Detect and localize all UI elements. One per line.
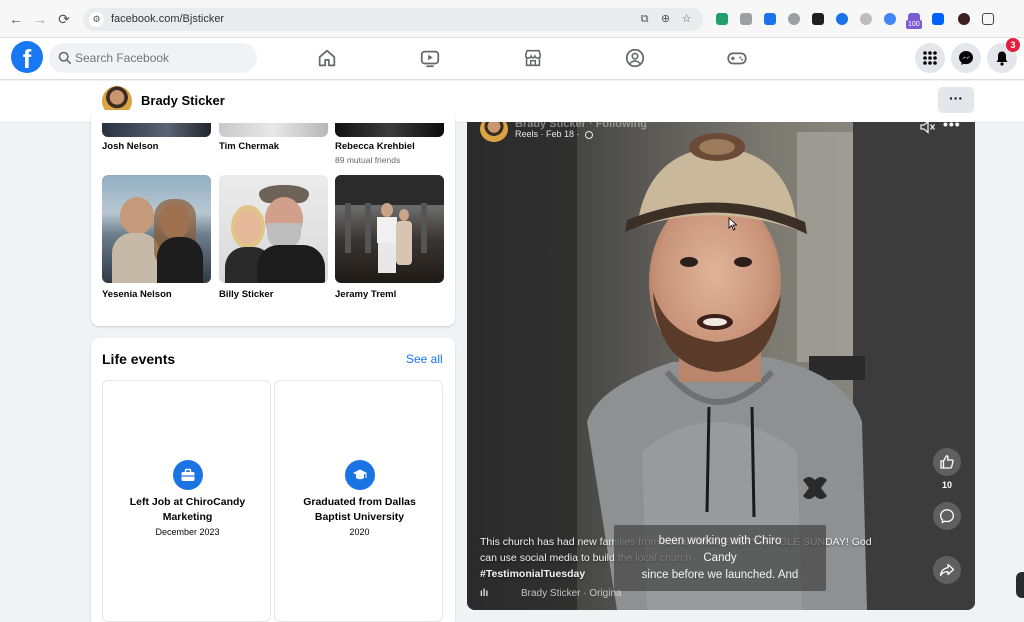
back-icon[interactable]: ←: [8, 11, 24, 27]
friend-item[interactable]: Tim Chermak: [219, 141, 328, 152]
extension-badge: 100: [906, 20, 922, 29]
video-subtitle-line: Candy: [703, 552, 737, 564]
facebook-logo[interactable]: f: [11, 41, 43, 73]
friend-name[interactable]: Tim Chermak: [219, 141, 328, 152]
globe-icon: [585, 130, 594, 139]
friend-item[interactable]: Rebecca Krehbiel 89 mutual friends: [335, 141, 444, 165]
home-icon[interactable]: [316, 47, 338, 69]
search-icon: [58, 51, 72, 65]
friend-item[interactable]: Yesenia Nelson: [102, 175, 211, 300]
install-app-icon[interactable]: ⧉: [638, 13, 651, 26]
comment-icon: [940, 509, 954, 524]
friend-item[interactable]: Billy Sticker: [219, 175, 328, 300]
facebook-header: f 3: [0, 38, 1024, 80]
life-events-title: Life events: [102, 351, 176, 367]
see-all-link[interactable]: See all: [406, 352, 443, 366]
gaming-icon[interactable]: [726, 47, 748, 69]
mouse-cursor-icon: [728, 217, 738, 231]
dropbox-extension-icon[interactable]: [932, 13, 944, 25]
extension-icon[interactable]: [860, 13, 872, 25]
messenger-button[interactable]: [951, 43, 981, 73]
search-box[interactable]: [49, 43, 257, 73]
friend-photo[interactable]: [102, 175, 211, 283]
extension-icon[interactable]: [836, 13, 848, 25]
extension-icon[interactable]: [958, 13, 970, 25]
friend-item[interactable]: Jeramy Treml: [335, 175, 444, 300]
life-event-title: Graduated from Dallas Baptist University: [279, 495, 440, 525]
friend-item[interactable]: Josh Nelson: [102, 141, 211, 152]
zoom-icon[interactable]: ⊕: [659, 13, 672, 26]
extension-icon[interactable]: [716, 13, 728, 25]
messenger-icon: [959, 51, 973, 65]
friend-name[interactable]: Rebecca Krehbiel: [335, 141, 444, 152]
friend-photo[interactable]: [335, 123, 444, 137]
groups-icon[interactable]: [624, 47, 646, 69]
extension-icon[interactable]: [764, 13, 776, 25]
reel-meta: Reels · Feb 18 ·: [515, 129, 594, 139]
reel-audio-name[interactable]: Brady Sticker · Origina: [521, 588, 622, 599]
search-input[interactable]: [75, 49, 245, 67]
marketplace-icon[interactable]: [522, 47, 544, 69]
reel-audio[interactable]: ılı Brady Sticker · Origina: [480, 588, 622, 599]
more-options-button[interactable]: ···: [938, 87, 974, 113]
friend-photo[interactable]: [335, 175, 444, 283]
friend-photo[interactable]: [102, 123, 211, 137]
briefcase-icon: [173, 460, 203, 490]
video-subtitle-line: been working with Chiro: [658, 535, 782, 547]
comment-button[interactable]: [933, 502, 961, 530]
reel-more-icon[interactable]: •••: [943, 122, 961, 132]
friend-name[interactable]: Josh Nelson: [102, 141, 211, 152]
audio-wave-icon: ılı: [480, 588, 489, 599]
extension-icon[interactable]: [740, 13, 752, 25]
video-subtitle-line: since before we launched. And: [641, 569, 799, 581]
address-bar[interactable]: ⚙ facebook.com/Bjsticker ⧉ ⊕ ☆: [83, 8, 703, 31]
share-button[interactable]: [933, 556, 961, 584]
share-icon: [939, 563, 955, 577]
life-event-title: Left Job at ChiroCandy Marketing: [107, 495, 268, 525]
url-text[interactable]: facebook.com/Bjsticker: [111, 13, 224, 25]
like-count: 10: [941, 480, 952, 490]
friend-name[interactable]: Billy Sticker: [219, 289, 328, 300]
site-settings-icon[interactable]: ⚙: [89, 12, 104, 27]
extension-icon[interactable]: [788, 13, 800, 25]
grid-menu-icon: [923, 51, 937, 65]
reel-video-post[interactable]: Brady Sticker · Following Reels · Feb 18…: [467, 122, 975, 610]
extensions-puzzle-icon[interactable]: [982, 13, 994, 25]
video-icon[interactable]: [419, 47, 441, 69]
life-event-title-line: Left Job at ChiroCandy: [129, 496, 246, 508]
video-subtitle: been working with Chiro Candy since befo…: [614, 525, 826, 591]
bell-icon: [996, 51, 1008, 66]
bookmark-star-icon[interactable]: ☆: [680, 13, 693, 26]
friend-name[interactable]: Jeramy Treml: [335, 289, 444, 300]
friend-photo[interactable]: [219, 175, 328, 283]
life-event-title-line: Baptist University: [314, 511, 405, 523]
life-event-date: December 2023: [155, 527, 220, 537]
friend-photo[interactable]: [219, 123, 328, 137]
notification-count-badge: 3: [1006, 38, 1020, 52]
thumbs-up-icon: [940, 455, 954, 469]
extension-icon[interactable]: [884, 13, 896, 25]
life-event-title-line: Marketing: [162, 511, 213, 523]
graduation-cap-icon: [345, 460, 375, 490]
life-event-item[interactable]: Left Job at ChiroCandy Marketing Decembe…: [102, 380, 271, 622]
browser-toolbar: ← → ⟳ ⚙ facebook.com/Bjsticker ⧉ ⊕ ☆ 100: [0, 0, 1024, 38]
mutual-friends-count: 89 mutual friends: [335, 155, 401, 165]
forward-icon[interactable]: →: [32, 11, 48, 27]
menu-button[interactable]: [915, 43, 945, 73]
friend-name[interactable]: Yesenia Nelson: [102, 289, 211, 300]
mute-icon[interactable]: [920, 122, 936, 134]
like-button[interactable]: [933, 448, 961, 476]
profile-name[interactable]: Brady Sticker: [141, 93, 225, 108]
reel-meta-text: Reels · Feb 18 ·: [515, 129, 580, 139]
side-panel-edge: [1016, 572, 1024, 598]
extension-icon[interactable]: [812, 13, 824, 25]
life-event-title-line: Graduated from Dallas: [303, 496, 416, 508]
life-event-item[interactable]: Graduated from Dallas Baptist University…: [274, 380, 443, 622]
reload-icon[interactable]: ⟳: [56, 11, 72, 27]
life-event-date: 2020: [349, 527, 370, 537]
